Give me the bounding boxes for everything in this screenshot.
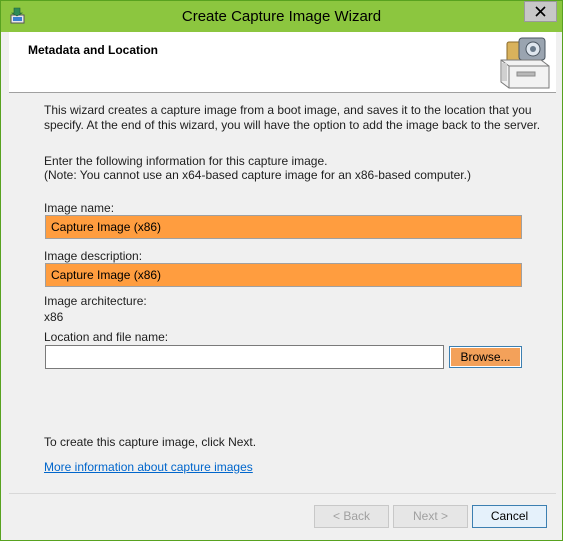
location-label: Location and file name:	[44, 330, 169, 344]
architecture-label: Image architecture:	[44, 294, 147, 308]
page-title: Metadata and Location	[28, 43, 159, 57]
more-info-link[interactable]: More information about capture images	[44, 460, 253, 475]
image-description-field[interactable]: Capture Image (x86)	[45, 263, 522, 287]
wizard-header: Metadata and Location	[9, 32, 556, 93]
window-title: Create Capture Image Wizard	[181, 8, 382, 25]
intro-line-1: This wizard creates a capture image from…	[44, 103, 532, 117]
close-button[interactable]	[524, 1, 557, 22]
image-name-field[interactable]: Capture Image (x86)	[45, 215, 522, 239]
cancel-button[interactable]: Cancel	[472, 505, 547, 528]
wizard-window: Create Capture Image Wizard Metadata and…	[0, 0, 563, 541]
wizard-body: This wizard creates a capture image from…	[9, 93, 556, 493]
location-field[interactable]	[45, 345, 444, 369]
image-name-label: Image name:	[44, 201, 115, 215]
next-button[interactable]: Next >	[393, 505, 468, 528]
button-bar: < Back Next > Cancel	[9, 493, 556, 538]
title-bar[interactable]: Create Capture Image Wizard	[1, 1, 562, 32]
intro-line-2: specify. At the end of this wizard, you …	[44, 118, 541, 132]
image-description-label: Image description:	[44, 249, 143, 263]
instructions-line-2: (Note: You cannot use an x64-based captu…	[44, 168, 471, 182]
instructions-line-1: Enter the following information for this…	[44, 154, 328, 168]
architecture-value: x86	[44, 310, 64, 324]
browse-button[interactable]: Browse...	[449, 346, 522, 368]
close-icon	[535, 6, 546, 17]
next-instruction: To create this capture image, click Next…	[44, 435, 257, 449]
capture-image-drive-icon	[500, 37, 550, 89]
back-button[interactable]: < Back	[314, 505, 389, 528]
